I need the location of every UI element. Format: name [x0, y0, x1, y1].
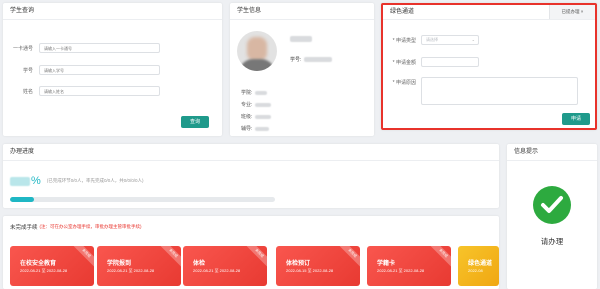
task-name: 体检预订 — [286, 261, 311, 267]
counselor-label: 辅导: — [241, 126, 253, 132]
card-number-input[interactable] — [39, 43, 160, 53]
progress-percent-value-blurred — [10, 176, 30, 186]
task-card[interactable]: 体检 2022-08-21 至 2022-08-28 未完成 — [183, 246, 267, 286]
name-label: 姓名 — [22, 88, 33, 95]
major-blurred — [255, 102, 272, 107]
tasks-note: (注：可在办公室办理手续，审批办理主管审批手续) — [39, 224, 142, 229]
card-number-label: 一卡通号 — [12, 45, 33, 52]
college-blurred — [255, 90, 268, 95]
task-date: 2022-08 — [468, 268, 483, 273]
task-status-ribbon: 未完成 — [242, 246, 267, 271]
panel-title: 办理进度 — [3, 144, 499, 161]
tasks-title: 未完成手续 — [10, 225, 38, 231]
student-no-label: 学号: — [290, 57, 302, 63]
task-date: 2022-08-21 至 2022-08-28 — [107, 268, 155, 273]
task-date: 2022-08-21 至 2022-08-28 — [193, 268, 241, 273]
college-label: 学院: — [241, 90, 253, 96]
student-name-blurred — [290, 36, 312, 42]
student-query-panel: 学生查询 一卡通号 学号 姓名 查询 — [3, 3, 222, 136]
chevron-down-icon: ⌄ — [471, 37, 475, 42]
task-date: 2022-08-21 至 2022-08-28 — [20, 268, 68, 273]
task-date: 2022-08-15 至 2022-08-28 — [286, 268, 334, 273]
task-status-ribbon: 未完成 — [69, 246, 94, 271]
student-id-input[interactable] — [39, 65, 160, 75]
progress-bar — [10, 197, 275, 202]
query-button[interactable]: 查询 — [181, 116, 209, 128]
class-label: 班级: — [241, 114, 253, 120]
apply-amount-label: * 申请金额 — [392, 59, 416, 66]
panel-title: 学生信息 — [230, 3, 374, 20]
name-input[interactable] — [39, 86, 160, 96]
apply-type-select[interactable]: 请选择 ⌄ — [421, 35, 479, 45]
task-card[interactable]: 学院报到 2022-08-21 至 2022-08-28 未完成 — [97, 246, 181, 286]
apply-type-label: * 申请类型 — [392, 37, 416, 44]
info-message: 请办理 — [540, 237, 564, 246]
info-tip-panel: 信息提示 请办理 — [507, 144, 597, 289]
progress-stats: (已完成环节0/0人，率先完成0/0人，共0/0/0/0人) — [46, 178, 144, 183]
task-status-ribbon: 未完成 — [156, 246, 181, 271]
handled-button[interactable]: 已提办理 × — [549, 5, 595, 19]
avatar — [237, 31, 277, 71]
task-date: 2022-08-21 至 2022-08-28 — [377, 268, 425, 273]
major-label: 专业: — [241, 102, 253, 108]
progress-bar-fill — [10, 197, 34, 202]
submit-button[interactable]: 申请 — [562, 113, 590, 125]
apply-reason-label: * 申请原因 — [392, 80, 416, 86]
apply-reason-textarea[interactable] — [421, 77, 578, 105]
task-name: 在校安全教育 — [20, 261, 57, 267]
student-info-panel: 学生信息 学号: 学院: 专业: 班级: 辅导: — [230, 3, 374, 136]
task-status-ribbon: 未完成 — [335, 246, 360, 271]
task-name: 学院报到 — [107, 261, 132, 267]
check-circle-icon — [533, 186, 571, 224]
progress-percent-sign: % — [31, 175, 41, 187]
apply-amount-input[interactable] — [421, 57, 479, 67]
panel-title: 学生查询 — [3, 3, 222, 20]
panel-title: 信息提示 — [507, 144, 597, 161]
class-blurred — [255, 114, 272, 119]
green-channel-panel: 绿色通道 已提办理 × * 申请类型 请选择 ⌄ * 申请金额 * 申请原因 申… — [381, 3, 597, 130]
task-card[interactable]: 绿色通道 2022-08 — [458, 246, 499, 286]
task-card[interactable]: 学籍卡 2022-08-21 至 2022-08-28 未完成 — [367, 246, 451, 286]
task-card[interactable]: 在校安全教育 2022-08-21 至 2022-08-28 未完成 — [10, 246, 94, 286]
progress-panel: 办理进度 % (已完成环节0/0人，率先完成0/0人，共0/0/0/0人) — [3, 144, 499, 208]
task-name: 体检 — [193, 261, 206, 267]
task-status-ribbon: 未完成 — [426, 246, 451, 271]
apply-type-placeholder: 请选择 — [426, 37, 438, 42]
student-id-label: 学号 — [22, 67, 33, 74]
task-card[interactable]: 体检预订 2022-08-15 至 2022-08-28 未完成 — [276, 246, 360, 286]
task-name: 学籍卡 — [377, 261, 396, 267]
student-no-blurred — [304, 57, 333, 62]
task-name: 绿色通道 — [468, 261, 493, 267]
counselor-blurred — [255, 126, 270, 131]
